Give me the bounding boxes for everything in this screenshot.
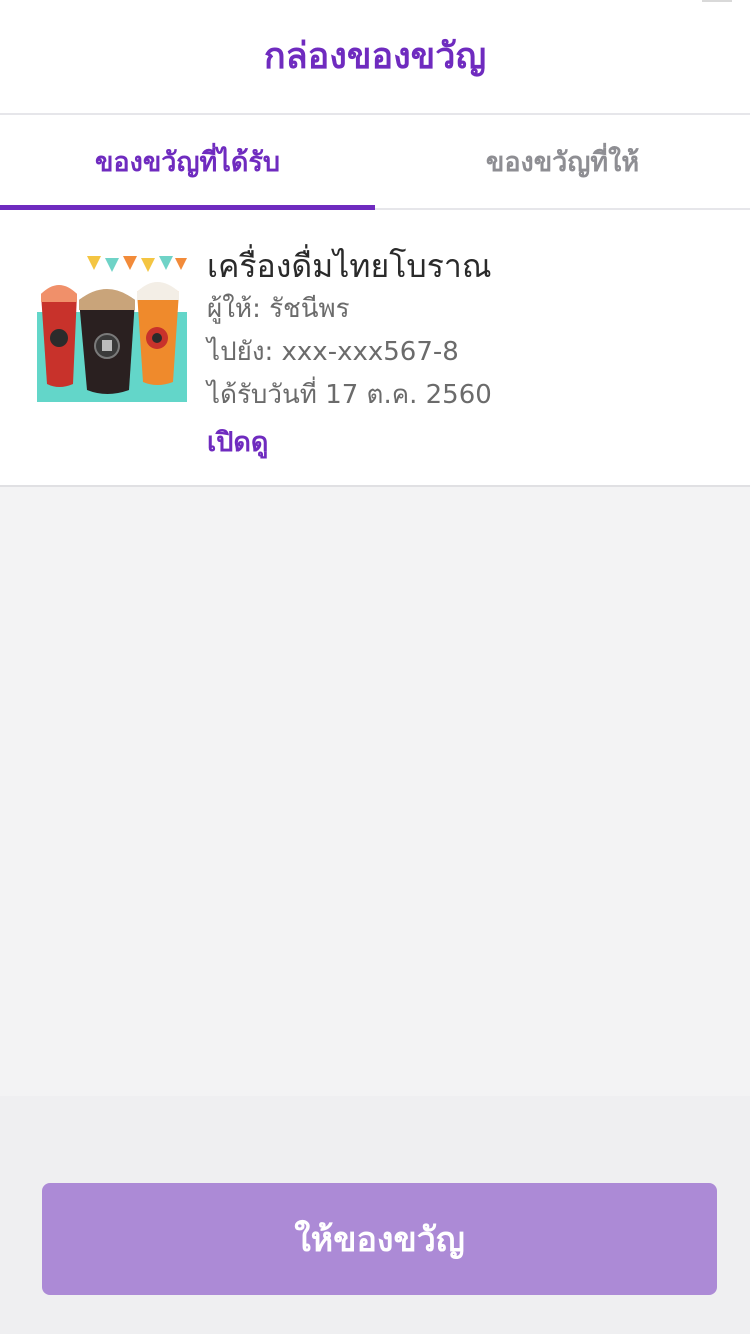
gift-recipient: ไปยัง: xxx-xxx567-8 <box>207 337 459 367</box>
gift-received-date: ได้รับวันที่ 17 ต.ค. 2560 <box>207 380 492 410</box>
open-gift-link[interactable]: เปิดดู <box>207 417 492 469</box>
gift-list-item[interactable]: เครื่องดื่มไทยโบราณ ผู้ให้: รัชนีพร ไปยั… <box>0 210 750 487</box>
tab-given-gifts[interactable]: ของขวัญที่ให้ <box>375 115 750 208</box>
gift-sender: ผู้ให้: รัชนีพร <box>207 294 350 324</box>
iced-drinks-image <box>37 252 187 402</box>
drinks-illustration <box>41 256 187 394</box>
header-divider-mark <box>702 0 732 2</box>
tab-given-label: ของขวัญที่ให้ <box>485 147 640 178</box>
gift-info: เครื่องดื่มไทยโบราณ ผู้ให้: รัชนีพร ไปยั… <box>207 244 492 469</box>
give-gift-button[interactable]: ให้ของขวัญ <box>42 1183 717 1295</box>
gift-name: เครื่องดื่มไทยโบราณ <box>207 247 492 285</box>
footer-bar: ให้ของขวัญ <box>0 1096 750 1334</box>
header-bar: กล่องของขวัญ <box>0 0 750 115</box>
tab-received-label: ของขวัญที่ได้รับ <box>94 147 281 178</box>
tab-bar: ของขวัญที่ได้รับ ของขวัญที่ให้ <box>0 115 750 210</box>
tab-received-gifts[interactable]: ของขวัญที่ได้รับ <box>0 115 375 208</box>
page-title: กล่องของขวัญ <box>263 36 487 77</box>
